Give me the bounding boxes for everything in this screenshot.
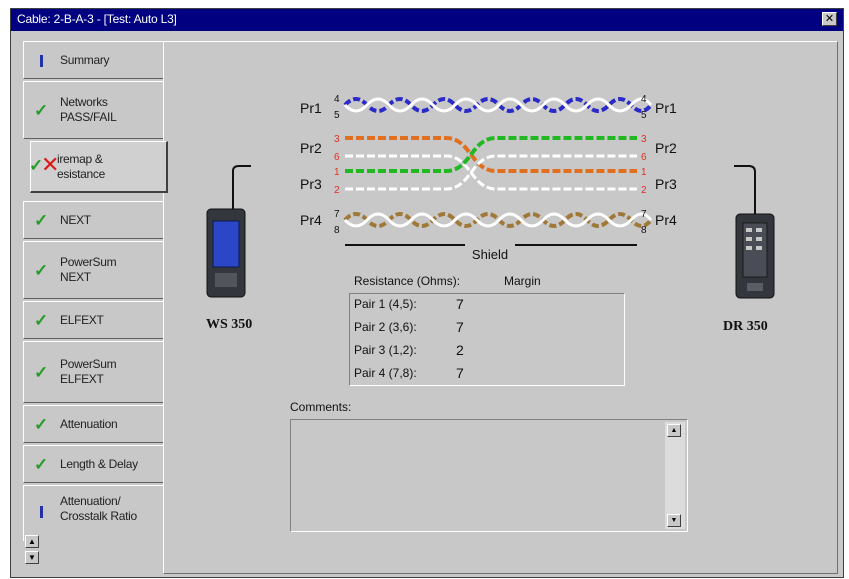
pass-check-icon: ✓	[34, 455, 49, 474]
tab-attenuation-crosstalk-ratio[interactable]: Attenuation/ Crosstalk Ratio	[23, 485, 165, 541]
pair2-left-label: Pr2	[300, 140, 322, 156]
pair2-pair3-crossed-wires	[345, 136, 637, 191]
pin-number: 5	[641, 110, 647, 121]
tab-wiremap-resistance[interactable]: ✓ ✕ iremap & esistance	[29, 141, 168, 193]
margin-header: Margin	[504, 274, 541, 288]
comments-scrollbar[interactable]: ▲ ▼	[665, 422, 685, 529]
resistance-pair-label: Pair 4 (7,8):	[354, 366, 417, 380]
pair3-left-label: Pr3	[300, 176, 322, 192]
comments-scroll-down-button[interactable]: ▼	[667, 514, 681, 527]
pass-check-icon: ✓	[34, 415, 49, 434]
info-icon	[40, 506, 43, 518]
tab-label: Attenuation	[60, 417, 118, 431]
comments-scroll-up-button[interactable]: ▲	[667, 424, 681, 437]
tab-label: iremap & esistance	[57, 152, 105, 181]
pair1-right-label: Pr1	[655, 100, 677, 116]
pin-number: 8	[641, 225, 647, 236]
tab-label: Length & Delay	[60, 457, 138, 471]
ws350-device-icon	[206, 165, 251, 298]
tab-attenuation[interactable]: ✓ Attenuation	[23, 405, 165, 443]
resistance-value: 7	[456, 365, 464, 381]
pin-number: 5	[334, 110, 340, 121]
pin-number: 2	[334, 185, 340, 196]
pair4-twisted-wire	[343, 212, 653, 228]
pin-number: 1	[334, 167, 340, 178]
ws350-label: WS 350	[206, 317, 253, 332]
dr350-label: DR 350	[723, 319, 768, 334]
tab-length-delay[interactable]: ✓ Length & Delay	[23, 445, 165, 483]
pin-number: 8	[334, 225, 340, 236]
resistance-table: Pair 1 (4,5): 7 Pair 2 (3,6): 7 Pair 3 (…	[349, 293, 625, 386]
pin-number: 6	[641, 152, 647, 163]
resistance-header: Resistance (Ohms):	[354, 274, 461, 288]
pair4-right-label: Pr4	[655, 212, 677, 228]
dr350-device-icon	[734, 165, 775, 299]
tab-label: Attenuation/ Crosstalk Ratio	[60, 494, 137, 523]
pair1-twisted-wire	[343, 97, 653, 113]
shield-label: Shield	[472, 247, 508, 262]
resistance-value: 2	[456, 342, 464, 358]
pin-number: 4	[641, 94, 647, 105]
tab-scroll-down-button[interactable]: ▼	[25, 551, 39, 564]
pair1-left-label: Pr1	[300, 100, 322, 116]
pin-number: 7	[641, 209, 647, 220]
resistance-value: 7	[456, 319, 464, 335]
cable-test-window: Cable: 2-B-A-3 - [Test: Auto L3] ✕ Summa…	[10, 8, 844, 578]
pair2-right-label: Pr2	[655, 140, 677, 156]
resistance-pair-label: Pair 1 (4,5):	[354, 297, 417, 311]
pin-number: 2	[641, 185, 647, 196]
pair4-left-label: Pr4	[300, 212, 322, 228]
pin-number: 3	[334, 134, 340, 145]
tab-scroll-up-button[interactable]: ▲	[25, 535, 39, 548]
comments-label: Comments:	[290, 400, 352, 414]
resistance-pair-label: Pair 3 (1,2):	[354, 343, 417, 357]
pin-number: 7	[334, 209, 340, 220]
pin-number: 3	[641, 134, 647, 145]
pin-number: 4	[334, 94, 340, 105]
resistance-value: 7	[456, 296, 464, 312]
pair3-right-label: Pr3	[655, 176, 677, 192]
pin-number: 1	[641, 167, 647, 178]
comments-textarea[interactable]: ▲ ▼	[290, 419, 688, 532]
resistance-pair-label: Pair 2 (3,6):	[354, 320, 417, 334]
pin-number: 6	[334, 152, 340, 163]
